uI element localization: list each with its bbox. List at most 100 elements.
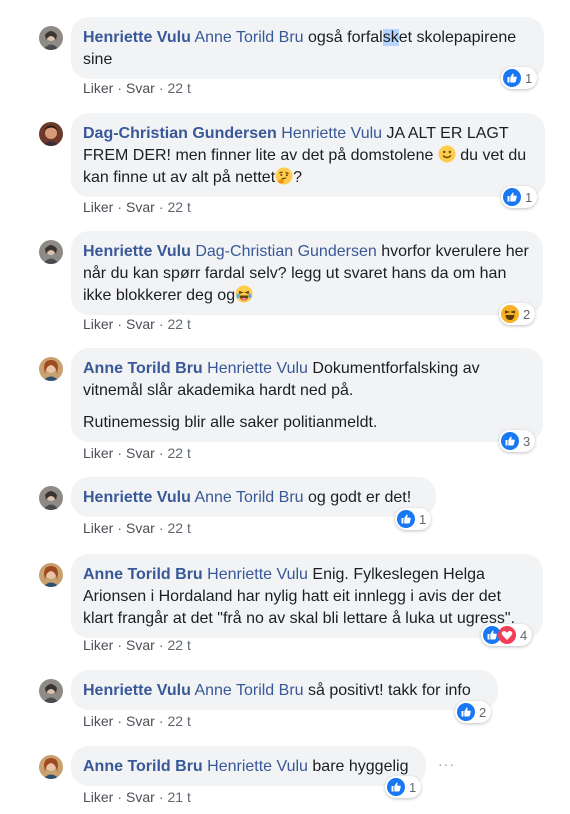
separator: ·	[158, 789, 164, 805]
reply-link[interactable]: Svar	[126, 713, 155, 729]
like-icon	[503, 188, 521, 206]
selected-text: sk	[382, 29, 399, 46]
separator: ·	[158, 445, 164, 461]
comment-bubble: Dag-Christian Gundersen Henriette Vulu J…	[71, 113, 545, 197]
separator: ·	[158, 199, 164, 215]
reply-link[interactable]: Svar	[126, 520, 155, 536]
love-icon	[498, 626, 516, 644]
reaction-summary[interactable]: 1	[501, 67, 538, 89]
like-link[interactable]: Liker	[83, 789, 113, 805]
reply-link[interactable]: Svar	[126, 199, 155, 215]
comment-author[interactable]: Henriette Vulu	[83, 682, 191, 699]
comment-text: og godt er det!	[308, 489, 412, 506]
reaction-summary[interactable]: 1	[395, 508, 432, 530]
comment-text: så positivt! takk for info	[308, 682, 471, 699]
timestamp[interactable]: 22 t	[168, 637, 191, 653]
comment-mention[interactable]: Henriette Vulu	[207, 360, 308, 377]
avatar[interactable]	[39, 679, 63, 703]
avatar[interactable]	[39, 122, 63, 146]
separator: ·	[158, 316, 164, 332]
thinking-emoji	[275, 167, 293, 185]
timestamp[interactable]: 22 t	[168, 199, 191, 215]
like-link[interactable]: Liker	[83, 637, 113, 653]
comment-mention[interactable]: Anne Torild Bru	[194, 29, 303, 46]
reply-link[interactable]: Svar	[126, 80, 155, 96]
like-link[interactable]: Liker	[83, 445, 113, 461]
comment-mention[interactable]: Henriette Vulu	[207, 566, 308, 583]
comment-mention[interactable]: Henriette Vulu	[207, 758, 308, 775]
separator: ·	[117, 637, 123, 653]
reaction-summary[interactable]: 3	[499, 430, 536, 452]
comment-text: ?	[293, 169, 303, 186]
comment-text: bare hyggelig	[312, 758, 409, 775]
like-link[interactable]: Liker	[83, 316, 113, 332]
separator: ·	[158, 520, 164, 536]
comment-actions: Liker · Svar · 22 t	[83, 637, 191, 653]
reaction-summary[interactable]: 2	[455, 701, 492, 723]
comment-bubble: Anne Torild Bru Henriette Vulu Dokumentf…	[71, 348, 543, 442]
like-link[interactable]: Liker	[83, 520, 113, 536]
like-icon	[501, 432, 519, 450]
timestamp[interactable]: 22 t	[168, 80, 191, 96]
comment-author[interactable]: Henriette Vulu	[83, 243, 191, 260]
reaction-summary[interactable]: 1	[501, 186, 538, 208]
reaction-summary[interactable]: 4	[481, 624, 533, 646]
comment-bubble: Henriette Vulu Anne Torild Bru også forf…	[71, 17, 544, 79]
reply-link[interactable]: Svar	[126, 789, 155, 805]
avatar[interactable]	[39, 755, 63, 779]
comment-actions: Liker · Svar · 22 t	[83, 199, 191, 215]
like-link[interactable]: Liker	[83, 80, 113, 96]
comment-actions: Liker · Svar · 22 t	[83, 445, 191, 461]
comment-mention[interactable]: Henriette Vulu	[281, 125, 382, 142]
comment-mention[interactable]: Anne Torild Bru	[194, 682, 303, 699]
haha-icon	[501, 305, 519, 323]
reaction-summary[interactable]: 1	[385, 776, 422, 798]
timestamp[interactable]: 22 t	[168, 445, 191, 461]
reaction-count: 2	[479, 704, 487, 720]
comment-author[interactable]: Henriette Vulu	[83, 29, 191, 46]
comment-bubble: Henriette Vulu Anne Torild Bru så positi…	[71, 670, 498, 710]
comment-author[interactable]: Anne Torild Bru	[83, 566, 203, 583]
comment-bubble: Anne Torild Bru Henriette Vulu Enig. Fyl…	[71, 554, 543, 638]
reply-link[interactable]: Svar	[126, 637, 155, 653]
comment-author[interactable]: Anne Torild Bru	[83, 758, 203, 775]
comment-author[interactable]: Anne Torild Bru	[83, 360, 203, 377]
timestamp[interactable]: 22 t	[168, 713, 191, 729]
comment-actions: Liker · Svar · 22 t	[83, 713, 191, 729]
comment-author[interactable]: Henriette Vulu	[83, 489, 191, 506]
separator: ·	[158, 713, 164, 729]
timestamp[interactable]: 22 t	[168, 316, 191, 332]
like-link[interactable]: Liker	[83, 199, 113, 215]
comment-bubble: Anne Torild Bru Henriette Vulu bare hygg…	[71, 746, 426, 786]
comment-mention[interactable]: Anne Torild Bru	[194, 489, 303, 506]
avatar[interactable]	[39, 26, 63, 50]
smile-emoji	[438, 145, 456, 163]
avatar[interactable]	[39, 563, 63, 587]
comment-mention[interactable]: Dag-Christian Gundersen	[195, 243, 376, 260]
reaction-summary[interactable]: 2	[499, 303, 536, 325]
separator: ·	[117, 445, 123, 461]
like-link[interactable]: Liker	[83, 713, 113, 729]
comment-actions: Liker · Svar · 22 t	[83, 316, 191, 332]
comment-bubble: Henriette Vulu Anne Torild Bru og godt e…	[71, 477, 436, 517]
reply-link[interactable]: Svar	[126, 316, 155, 332]
timestamp[interactable]: 22 t	[168, 520, 191, 536]
avatar[interactable]	[39, 357, 63, 381]
avatar[interactable]	[39, 240, 63, 264]
separator: ·	[117, 520, 123, 536]
timestamp[interactable]: 21 t	[168, 789, 191, 805]
reply-link[interactable]: Svar	[126, 445, 155, 461]
comment-text: også forfal	[308, 29, 383, 46]
comment-thread: Henriette Vulu Anne Torild Bru også forf…	[0, 0, 570, 814]
separator: ·	[117, 713, 123, 729]
comment-author[interactable]: Dag-Christian Gundersen	[83, 125, 277, 142]
comment-text: Rutinemessig blir alle saker politianmel…	[83, 414, 378, 431]
like-icon	[457, 703, 475, 721]
reaction-count: 1	[409, 779, 417, 795]
more-options-icon[interactable]: ···	[438, 756, 455, 772]
separator: ·	[158, 80, 164, 96]
comment-actions: Liker · Svar · 21 t	[83, 789, 191, 805]
like-icon	[387, 778, 405, 796]
separator: ·	[117, 789, 123, 805]
avatar[interactable]	[39, 486, 63, 510]
